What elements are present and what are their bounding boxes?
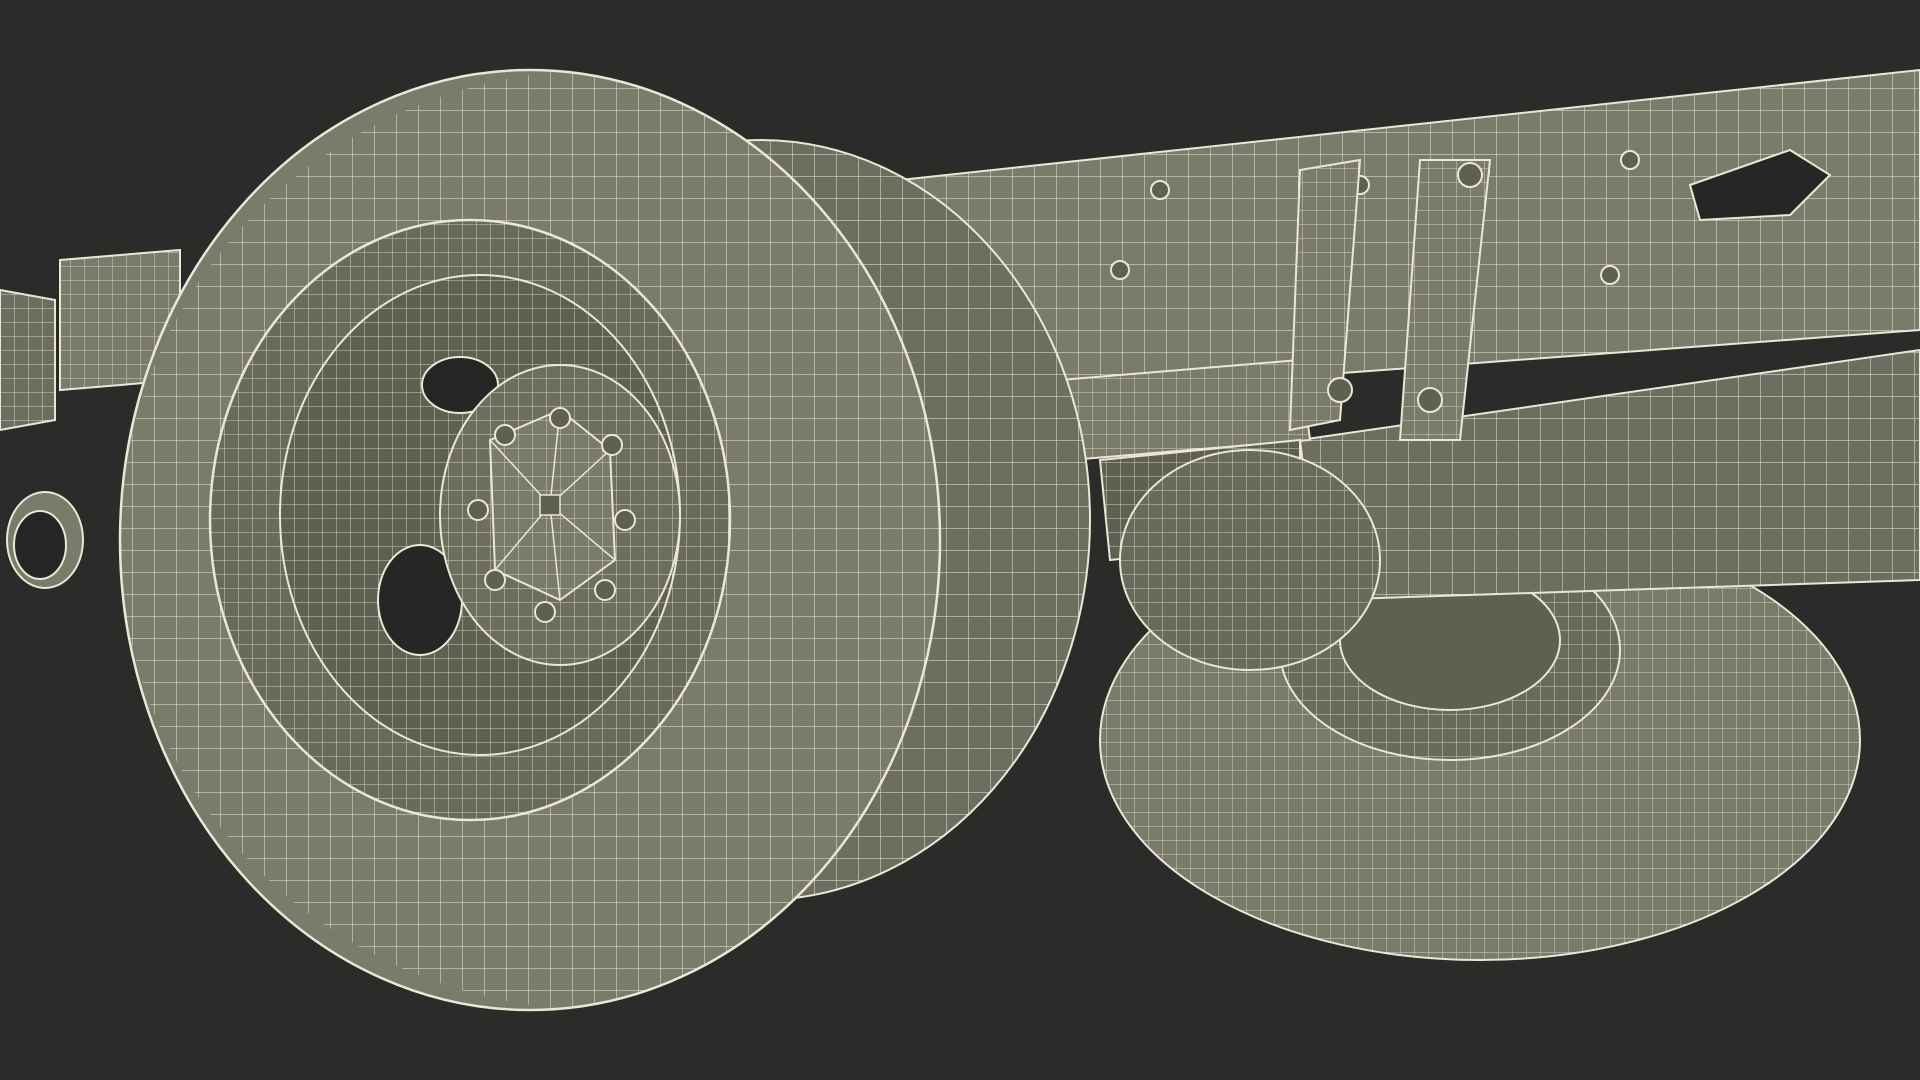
differential-housing	[1119, 449, 1381, 671]
exhaust-pipe	[6, 491, 84, 589]
render-viewport	[0, 0, 1920, 1080]
wireframe-scene	[0, 68, 1920, 1012]
axle-housing-beam	[1298, 348, 1920, 602]
